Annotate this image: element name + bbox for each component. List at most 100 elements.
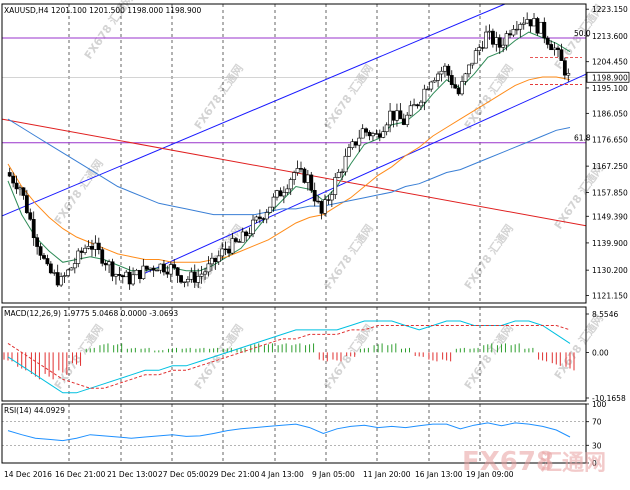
chart-window: FX678 汇通网 FX678 汇通网 FX678 汇通网 FX678 汇通网 FX67… — [0, 0, 630, 490]
candle-body — [511, 29, 516, 36]
candle-body — [275, 190, 279, 198]
candle-body — [261, 218, 266, 220]
x-tick-label: 4 Jan 13:00 — [261, 470, 304, 479]
candle-body — [24, 195, 29, 213]
candle-body — [347, 147, 351, 157]
candle-body — [52, 272, 57, 274]
fib-label: 50.0 — [574, 29, 591, 38]
candle-body — [117, 274, 122, 276]
rsi-layer — [2, 421, 586, 446]
candle-body — [336, 172, 341, 178]
candle-body — [244, 231, 249, 237]
candle-body — [549, 44, 554, 51]
candle-body — [144, 265, 149, 270]
candle-body — [377, 133, 382, 138]
candle-body — [319, 201, 324, 214]
candle-body — [213, 257, 218, 263]
candle-body — [425, 88, 430, 91]
candle-body — [504, 33, 509, 46]
candle-body — [408, 105, 413, 116]
channel-upper — [1, 3, 506, 217]
candle-body — [251, 219, 255, 235]
candle-body — [107, 261, 111, 266]
candle-body — [395, 110, 399, 121]
watermark-text: FX678 汇通网 — [322, 222, 376, 292]
candle-body — [42, 255, 46, 259]
candle-body — [343, 155, 348, 173]
candle-body — [220, 248, 225, 257]
candle-body — [124, 271, 129, 278]
candle-body — [333, 177, 338, 195]
rsi-line — [7, 422, 571, 442]
macd-title: MACD(12,26,9) 1.9775 5.0468 0.0000 -3.06… — [4, 309, 178, 318]
candle-body — [141, 265, 146, 279]
candle-body — [254, 216, 259, 221]
candle-body — [83, 247, 88, 253]
candle-body — [360, 128, 365, 139]
candle-body — [182, 281, 187, 283]
x-tick-label: 29 Dec 21:00 — [209, 470, 260, 479]
candle-body — [562, 60, 567, 76]
candle-body — [28, 212, 33, 220]
candle-body — [309, 174, 314, 191]
candle-body — [257, 216, 262, 219]
y-tick-label: 1149.390 — [592, 212, 628, 221]
candle-body — [90, 246, 94, 250]
candle-body — [103, 263, 108, 266]
candle-body — [237, 241, 242, 243]
candle-body — [199, 273, 204, 277]
candle-body — [189, 271, 194, 280]
watermark-text: FX678 汇通网 — [192, 322, 246, 392]
candle-body — [14, 182, 19, 190]
candle-body — [120, 275, 125, 278]
moving-average-layer — [7, 31, 571, 272]
candle-body — [96, 242, 101, 250]
rsi-y-label: 100 — [592, 400, 607, 409]
candle-body — [449, 75, 454, 85]
candle-body — [460, 81, 464, 95]
candle-body — [240, 231, 245, 243]
candle-body — [134, 269, 139, 276]
fx678-logo: FX678 汇通网 — [462, 447, 606, 477]
candle-body — [302, 168, 307, 183]
candle-body — [158, 263, 163, 271]
candle-body — [21, 187, 26, 196]
candle-body — [216, 255, 221, 263]
candle-body — [196, 276, 201, 283]
candle-body — [175, 267, 180, 276]
macd-y-label: 0.00 — [592, 348, 609, 357]
candle-body — [480, 47, 485, 49]
candle-body — [264, 212, 269, 220]
candle-body — [463, 73, 468, 82]
candle-body — [11, 175, 16, 184]
y-tick-label: 1186.050 — [592, 109, 628, 118]
candle-body — [285, 188, 290, 193]
candle-body — [401, 118, 406, 125]
candle-body — [288, 179, 293, 190]
candle-body — [86, 246, 91, 249]
candle-body — [429, 81, 434, 90]
candle-body — [18, 187, 22, 190]
rsi-title: RSI(14) 44.0929 — [4, 406, 65, 415]
candle-body — [271, 196, 276, 208]
candle-body — [79, 250, 84, 253]
candle-body — [412, 104, 416, 107]
current-price-label: 1198.900 — [592, 73, 628, 82]
candle-body — [497, 37, 502, 48]
x-tick-label: 9 Jan 05:00 — [312, 470, 355, 479]
candle-body — [148, 267, 153, 270]
candle-body — [388, 110, 392, 126]
candle-body — [422, 88, 427, 103]
candle-body — [374, 133, 379, 135]
axis-layer: 14 Dec 2016 16 Dec 21:00 21 Dec 13:00 27 De… — [4, 5, 630, 479]
candle-body — [514, 28, 519, 31]
y-tick-label: 1223.150 — [592, 5, 628, 14]
candle-body — [247, 233, 252, 237]
y-tick-label: 1167.250 — [592, 162, 628, 171]
candle-body — [186, 278, 190, 283]
candle-body — [556, 47, 560, 50]
chart-canvas[interactable]: FX678 汇通网 FX678 汇通网 FX678 汇通网 FX678 汇通网 FX67… — [0, 0, 630, 490]
candle-body — [545, 37, 550, 45]
candle-body — [227, 248, 231, 254]
candle-body — [305, 174, 310, 183]
